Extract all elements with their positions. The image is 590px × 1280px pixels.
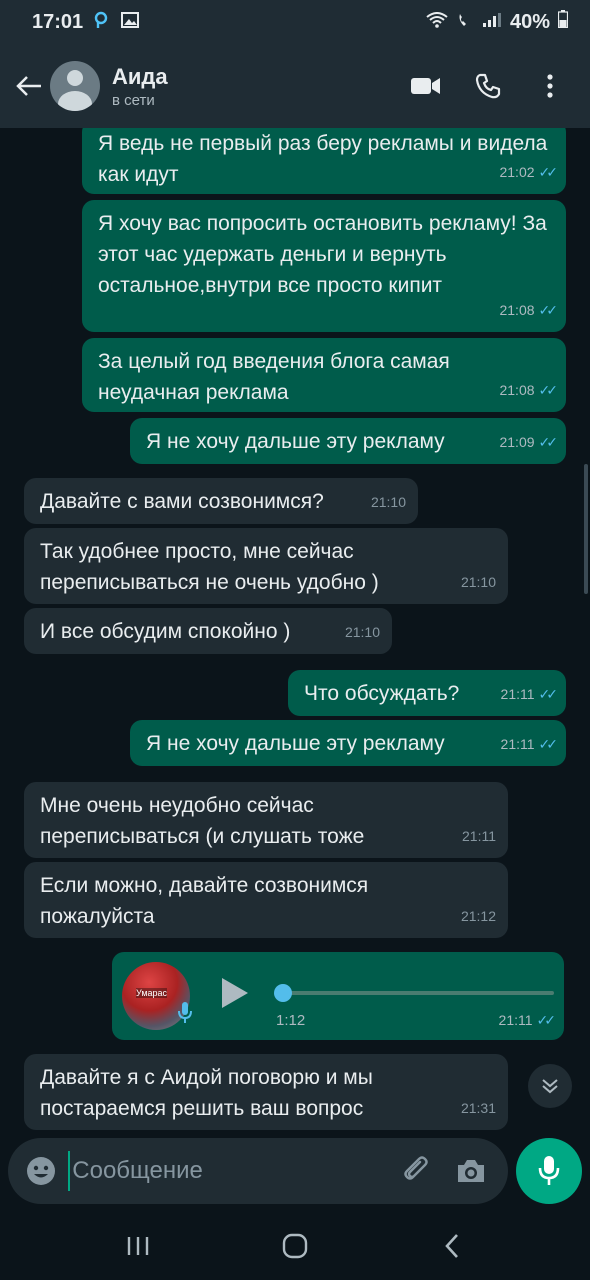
back-arrow-icon bbox=[16, 76, 41, 96]
message-time: 21:12 bbox=[460, 908, 496, 924]
message-text: Давайте я с Аидой поговорю и мы постарае… bbox=[40, 1066, 373, 1120]
read-receipt-icon: ✓✓ bbox=[538, 686, 559, 702]
message-time: 21:11 bbox=[500, 686, 535, 702]
contact-avatar[interactable] bbox=[50, 61, 100, 111]
message-bubble-outgoing[interactable]: Я не хочу дальше эту рекламу 21:11 ✓✓ bbox=[130, 720, 566, 766]
message-time: 21:11 bbox=[500, 736, 535, 752]
message-text: Я хочу вас попросить остановить рекламу!… bbox=[98, 212, 547, 297]
message-bubble-outgoing[interactable]: Я ведь не первый раз беру рекламы и виде… bbox=[82, 128, 566, 194]
read-receipt-icon: ✓✓ bbox=[538, 736, 559, 752]
play-icon[interactable] bbox=[220, 976, 250, 1010]
app-notification-icon bbox=[93, 11, 111, 34]
message-bubble-incoming[interactable]: Мне очень неудобно сейчас переписываться… bbox=[24, 782, 508, 858]
camera-button[interactable] bbox=[452, 1151, 490, 1191]
signal-bars-icon bbox=[482, 11, 502, 34]
message-time: 21:08 bbox=[499, 302, 535, 318]
scrollbar[interactable] bbox=[584, 464, 588, 594]
system-navigation-bar bbox=[0, 1212, 590, 1280]
back-button[interactable] bbox=[10, 61, 48, 111]
system-back-icon bbox=[444, 1234, 458, 1258]
message-time: 21:11 bbox=[462, 828, 496, 844]
emoji-button[interactable] bbox=[26, 1155, 56, 1187]
scroll-to-bottom-button[interactable] bbox=[528, 1064, 572, 1108]
wifi-icon bbox=[426, 11, 448, 34]
message-composer bbox=[8, 1138, 508, 1204]
message-text: Я ведь не первый раз беру рекламы и виде… bbox=[98, 132, 548, 186]
voice-progress-track[interactable] bbox=[276, 991, 554, 995]
message-bubble-incoming[interactable]: Давайте я с Аидой поговорю и мы постарае… bbox=[24, 1054, 508, 1130]
home-icon bbox=[282, 1233, 308, 1259]
message-time: 21:10 bbox=[344, 624, 380, 640]
microphone-icon bbox=[538, 1156, 560, 1185]
emoji-icon bbox=[27, 1157, 56, 1185]
double-chevron-down-icon bbox=[542, 1079, 558, 1094]
message-text: Давайте с вами созвонимся? bbox=[40, 490, 324, 513]
message-bubble-incoming[interactable]: Так удобнее просто, мне сейчас переписыв… bbox=[24, 528, 508, 604]
message-text: Мне очень неудобно сейчас переписываться… bbox=[40, 794, 365, 848]
recent-apps-icon bbox=[128, 1237, 149, 1255]
message-bubble-outgoing[interactable]: Я хочу вас попросить остановить рекламу!… bbox=[82, 200, 566, 332]
recent-apps-button[interactable] bbox=[108, 1221, 168, 1271]
more-vertical-icon bbox=[547, 74, 553, 98]
message-bubble-outgoing[interactable]: Что обсуждать? 21:11 ✓✓ bbox=[288, 670, 566, 716]
message-time: 21:02 bbox=[499, 164, 535, 180]
message-bubble-outgoing[interactable]: За целый год введения блога самая неудач… bbox=[82, 338, 566, 412]
message-text: Я не хочу дальше эту рекламу bbox=[146, 732, 445, 755]
system-back-button[interactable] bbox=[422, 1221, 482, 1271]
camera-icon bbox=[458, 1160, 485, 1182]
message-text: Я не хочу дальше эту рекламу bbox=[146, 430, 445, 453]
message-time: 21:11 bbox=[498, 1012, 533, 1028]
status-time: 17:01 bbox=[32, 10, 84, 33]
voice-record-button[interactable] bbox=[516, 1138, 582, 1204]
chat-header: Аида в сети bbox=[0, 44, 590, 128]
home-button[interactable] bbox=[265, 1221, 325, 1271]
read-receipt-icon: ✓✓ bbox=[538, 302, 559, 318]
attach-button[interactable] bbox=[398, 1151, 436, 1191]
read-receipt-icon: ✓✓ bbox=[538, 164, 559, 180]
message-input[interactable] bbox=[68, 1151, 383, 1191]
contact-name: Аида bbox=[112, 63, 168, 89]
message-text: Так удобнее просто, мне сейчас переписыв… bbox=[40, 540, 379, 594]
message-text: Что обсуждать? bbox=[304, 682, 460, 705]
message-text: Если можно, давайте созвонимся пожалуйст… bbox=[40, 874, 369, 928]
battery-percentage: 40% bbox=[509, 10, 550, 33]
message-text: И все обсудим спокойно ) bbox=[40, 620, 291, 643]
message-list[interactable]: Я ведь не первый раз беру рекламы и виде… bbox=[0, 128, 590, 1134]
message-time: 21:08 bbox=[499, 382, 535, 398]
phone-icon bbox=[475, 73, 501, 99]
video-call-button[interactable] bbox=[406, 66, 446, 106]
paperclip-icon bbox=[404, 1156, 428, 1180]
more-options-button[interactable] bbox=[530, 66, 570, 106]
battery-icon bbox=[557, 10, 569, 34]
read-receipt-icon: ✓✓ bbox=[538, 434, 559, 450]
message-bubble-incoming[interactable]: И все обсудим спокойно ) 21:10 bbox=[24, 608, 392, 654]
contact-status: в сети bbox=[112, 91, 155, 109]
read-receipt-icon: ✓✓ bbox=[536, 1012, 557, 1028]
message-time: 21:10 bbox=[460, 574, 496, 590]
message-text: За целый год введения блога самая неудач… bbox=[98, 350, 450, 404]
message-time: 21:10 bbox=[370, 494, 406, 510]
message-time: 21:31 bbox=[460, 1100, 496, 1116]
contact-info[interactable]: Аида в сети bbox=[112, 64, 168, 109]
message-bubble-incoming[interactable]: Давайте с вами созвонимся? 21:10 bbox=[24, 478, 418, 524]
message-time: 21:09 bbox=[499, 434, 535, 450]
status-bar: 17:01 40% bbox=[0, 0, 590, 44]
video-camera-icon bbox=[411, 78, 440, 94]
voice-duration: 1:12 bbox=[276, 1012, 306, 1029]
voice-call-button[interactable] bbox=[468, 66, 508, 106]
call-signal-icon bbox=[456, 11, 474, 34]
message-bubble-incoming[interactable]: Если можно, давайте созвонимся пожалуйст… bbox=[24, 862, 508, 938]
voice-progress-handle[interactable] bbox=[274, 984, 292, 1002]
voice-message-bubble[interactable]: Умарас 1:12 21:11 ✓✓ bbox=[112, 952, 564, 1040]
read-receipt-icon: ✓✓ bbox=[538, 382, 559, 398]
message-bubble-outgoing[interactable]: Я не хочу дальше эту рекламу 21:09 ✓✓ bbox=[130, 418, 566, 464]
microphone-small-icon bbox=[178, 1002, 192, 1023]
gallery-notification-icon bbox=[121, 11, 140, 33]
